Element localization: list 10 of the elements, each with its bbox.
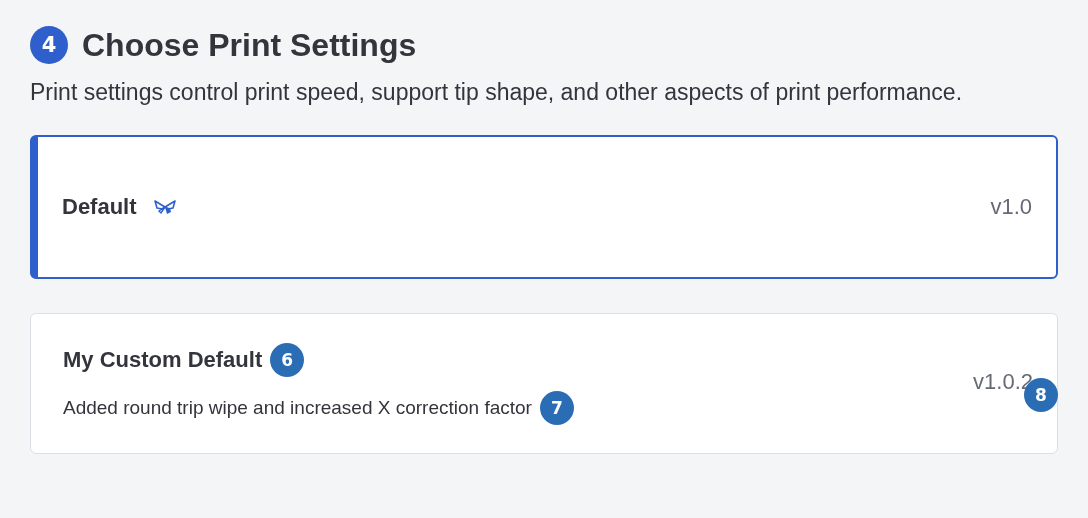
option-name: Default — [62, 194, 137, 220]
version-label: v1.0 — [990, 194, 1032, 219]
option-description: Added round trip wipe and increased X correction factor — [63, 396, 532, 419]
option-name: My Custom Default — [63, 346, 263, 373]
section-description: Print settings control print speed, support tip shape, and other aspects of print performance. — [30, 78, 964, 107]
section-title: Choose Print Settings — [82, 26, 417, 64]
number-badge: 7 — [539, 390, 574, 425]
option-card[interactable]: Default v1.0 — [30, 135, 1058, 279]
step-number: 4 — [30, 26, 68, 64]
number-badge: 6 — [270, 342, 305, 377]
